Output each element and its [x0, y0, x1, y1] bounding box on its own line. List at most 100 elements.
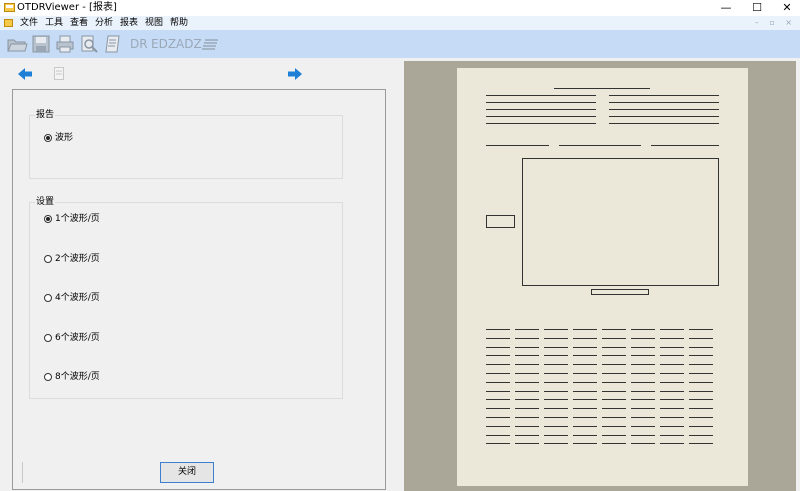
preview-line [609, 123, 719, 124]
close-button[interactable]: 关闭 [160, 462, 214, 483]
preview-table-line [660, 399, 684, 400]
preview-table-line [689, 382, 713, 383]
preview-table-line [515, 329, 539, 330]
radio-2-waveforms-per-page[interactable] [44, 255, 52, 263]
preview-table-line [689, 373, 713, 374]
preview-table-line [602, 329, 626, 330]
preview-table-line [602, 355, 626, 356]
preview-table-line [602, 364, 626, 365]
menu-report[interactable]: 报表 [120, 16, 138, 30]
preview-table-line [544, 338, 568, 339]
adz-button[interactable]: ADZ [176, 36, 202, 52]
align-lines-icon[interactable] [201, 34, 221, 54]
preview-table-line [486, 399, 510, 400]
preview-small-box [486, 215, 515, 228]
preview-table-line [631, 382, 655, 383]
edz-button[interactable]: EDZ [151, 36, 176, 52]
preview-table-line [631, 355, 655, 356]
preview-table-line [689, 435, 713, 436]
preview-table-line [486, 382, 510, 383]
menu-view[interactable]: 查看 [70, 16, 88, 30]
preview-table-line [486, 373, 510, 374]
preview-table-line [660, 435, 684, 436]
radio-waveform[interactable] [44, 134, 52, 142]
radio-6-waveforms-per-page-label: 6个波形/页 [55, 333, 100, 343]
preview-line [486, 102, 596, 103]
preview-table-line [573, 435, 597, 436]
preview-table-line [515, 338, 539, 339]
preview-table-line [602, 338, 626, 339]
preview-line [559, 145, 641, 146]
preview-table-line [486, 435, 510, 436]
preview-table-line [544, 417, 568, 418]
preview-table-line [660, 338, 684, 339]
preview-table-line [515, 355, 539, 356]
preview-table-line [631, 329, 655, 330]
menu-file[interactable]: 文件 [20, 16, 38, 30]
preview-table-line [486, 426, 510, 427]
preview-table-line [631, 391, 655, 392]
preview-table-line [602, 443, 626, 444]
radio-1-waveform-per-page[interactable] [44, 215, 52, 223]
preview-table-line [486, 443, 510, 444]
open-folder-icon[interactable] [6, 34, 28, 54]
next-page-arrow-icon[interactable] [287, 67, 303, 81]
preview-line [609, 95, 719, 96]
preview-table-line [660, 347, 684, 348]
radio-waveform-label: 波形 [55, 133, 74, 143]
menu-tools[interactable]: 工具 [45, 16, 63, 30]
preview-table-line [602, 426, 626, 427]
prev-page-arrow-icon[interactable] [17, 67, 33, 81]
preview-table-line [515, 364, 539, 365]
preview-table-line [689, 329, 713, 330]
preview-table-line [631, 408, 655, 409]
radio-2-waveforms-per-page-label: 2个波形/页 [55, 254, 100, 264]
preview-table-line [631, 426, 655, 427]
preview-table-line [486, 347, 510, 348]
menu-window[interactable]: 视图 [145, 16, 163, 30]
preview-table-line [631, 399, 655, 400]
save-icon[interactable] [31, 34, 51, 54]
separator [22, 462, 23, 483]
preview-title-line [554, 88, 650, 89]
preview-table-line [602, 417, 626, 418]
minimize-button[interactable]: — [711, 0, 741, 16]
preview-table-line [689, 391, 713, 392]
preview-table-line [573, 399, 597, 400]
preview-table-line [486, 364, 510, 365]
settings-group-label: 设置 [35, 197, 56, 207]
preview-table-line [602, 382, 626, 383]
preview-table-line [515, 408, 539, 409]
preview-table-line [544, 435, 568, 436]
preview-line [609, 102, 719, 103]
document-child-icon[interactable] [4, 19, 13, 27]
preview-line [609, 116, 719, 117]
menu-analysis[interactable]: 分析 [95, 16, 113, 30]
preview-table-line [515, 435, 539, 436]
preview-line [486, 116, 596, 117]
preview-table-line [602, 435, 626, 436]
preview-table-line [631, 347, 655, 348]
document-icon[interactable] [103, 34, 123, 54]
print-preview-icon[interactable] [79, 34, 99, 54]
maximize-button[interactable]: ☐ [742, 0, 772, 16]
report-group-label: 报告 [35, 110, 56, 120]
preview-table-line [573, 347, 597, 348]
preview-table-line [544, 426, 568, 427]
preview-line [486, 123, 596, 124]
radio-8-waveforms-per-page[interactable] [44, 373, 52, 381]
preview-table-line [544, 347, 568, 348]
radio-6-waveforms-per-page[interactable] [44, 334, 52, 342]
mdi-window-controls[interactable]: – ▫ × [755, 16, 796, 30]
close-window-button[interactable]: ✕ [772, 0, 800, 16]
panel-splitter[interactable] [396, 58, 404, 491]
preview-line [609, 109, 719, 110]
dr-button[interactable]: DR [130, 36, 148, 52]
radio-4-waveforms-per-page[interactable] [44, 294, 52, 302]
title-bar [0, 0, 800, 16]
menu-help[interactable]: 帮助 [170, 16, 188, 30]
preview-table-line [602, 347, 626, 348]
preview-table-line [515, 382, 539, 383]
print-icon[interactable] [55, 34, 75, 54]
preview-table-line [573, 391, 597, 392]
